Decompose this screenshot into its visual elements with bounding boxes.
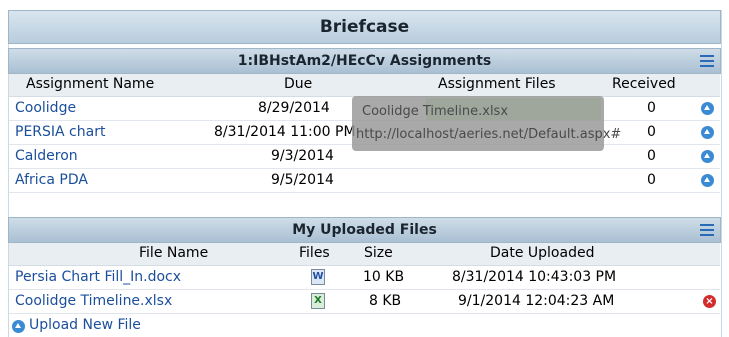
assignment-due: 8/31/2014 11:00 PM [214, 124, 356, 140]
tooltip-title: Coolidge Timeline.xlsx [362, 104, 509, 119]
assignment-received: 0 [647, 100, 656, 116]
col-date-uploaded[interactable]: Date Uploaded [490, 245, 594, 261]
uploaded-file-row: Coolidge Timeline.xlsx X 8 KB 9/1/2014 1… [9, 290, 720, 314]
col-files[interactable]: Files [299, 245, 330, 261]
uploads-menu-icon[interactable] [700, 224, 714, 236]
col-due[interactable]: Due [284, 76, 312, 92]
assignment-name-link[interactable]: Coolidge [15, 100, 76, 116]
assignment-due: 9/5/2014 [271, 172, 334, 188]
file-tooltip: Coolidge Timeline.xlsx http://localhost/… [352, 96, 621, 151]
assignment-received: 0 [647, 124, 656, 140]
assignment-received: 0 [647, 148, 656, 164]
uploaded-file-size: 10 KB [363, 269, 405, 285]
col-received[interactable]: Received [612, 76, 676, 92]
assignments-column-header: Assignment Name Due Assignment Files Rec… [9, 74, 720, 97]
upload-icon[interactable] [701, 102, 714, 115]
upload-icon[interactable] [701, 150, 714, 163]
assignment-due: 8/29/2014 [258, 100, 330, 116]
assignment-due: 9/3/2014 [271, 148, 334, 164]
assignments-section-header: 1:IBHstAm2/HEcCv Assignments [8, 48, 721, 74]
delete-icon[interactable]: × [703, 295, 716, 308]
upload-icon[interactable] [701, 126, 714, 139]
excel-doc-icon[interactable]: X [311, 293, 325, 309]
assignments-section-title: 1:IBHstAm2/HEcCv Assignments [237, 53, 492, 69]
col-file-name[interactable]: File Name [139, 245, 208, 261]
word-doc-icon[interactable]: W [311, 269, 325, 285]
col-assignment-files[interactable]: Assignment Files [438, 76, 556, 92]
assignment-row: Africa PDA 9/5/2014 0 [9, 169, 720, 193]
tooltip-url: http://localhost/aeries.net/Default.aspx… [356, 127, 622, 142]
uploaded-file-size: 8 KB [369, 293, 402, 309]
assignment-received: 0 [647, 172, 656, 188]
col-size[interactable]: Size [364, 245, 393, 261]
assignment-name-link[interactable]: Calderon [15, 148, 78, 164]
assignment-name-link[interactable]: PERSIA chart [15, 124, 105, 140]
briefcase-title: Briefcase [8, 10, 721, 44]
upload-icon[interactable] [701, 174, 714, 187]
uploads-column-header: File Name Files Size Date Uploaded [9, 243, 720, 266]
upload-new-file-label[interactable]: Upload New File [29, 317, 141, 333]
assignment-name-link[interactable]: Africa PDA [15, 172, 88, 188]
assignments-menu-icon[interactable] [700, 55, 714, 67]
uploaded-file-link[interactable]: Persia Chart Fill_In.docx [15, 269, 181, 285]
uploads-section-title: My Uploaded Files [292, 222, 437, 238]
uploaded-file-link[interactable]: Coolidge Timeline.xlsx [15, 293, 172, 309]
uploads-section-header: My Uploaded Files [8, 217, 721, 243]
uploaded-file-date: 8/31/2014 10:43:03 PM [452, 269, 617, 285]
upload-icon [12, 320, 25, 333]
uploaded-file-row: Persia Chart Fill_In.docx W 10 KB 8/31/2… [9, 266, 720, 290]
col-assignment-name[interactable]: Assignment Name [26, 76, 154, 92]
uploaded-file-date: 9/1/2014 12:04:23 AM [458, 293, 615, 309]
